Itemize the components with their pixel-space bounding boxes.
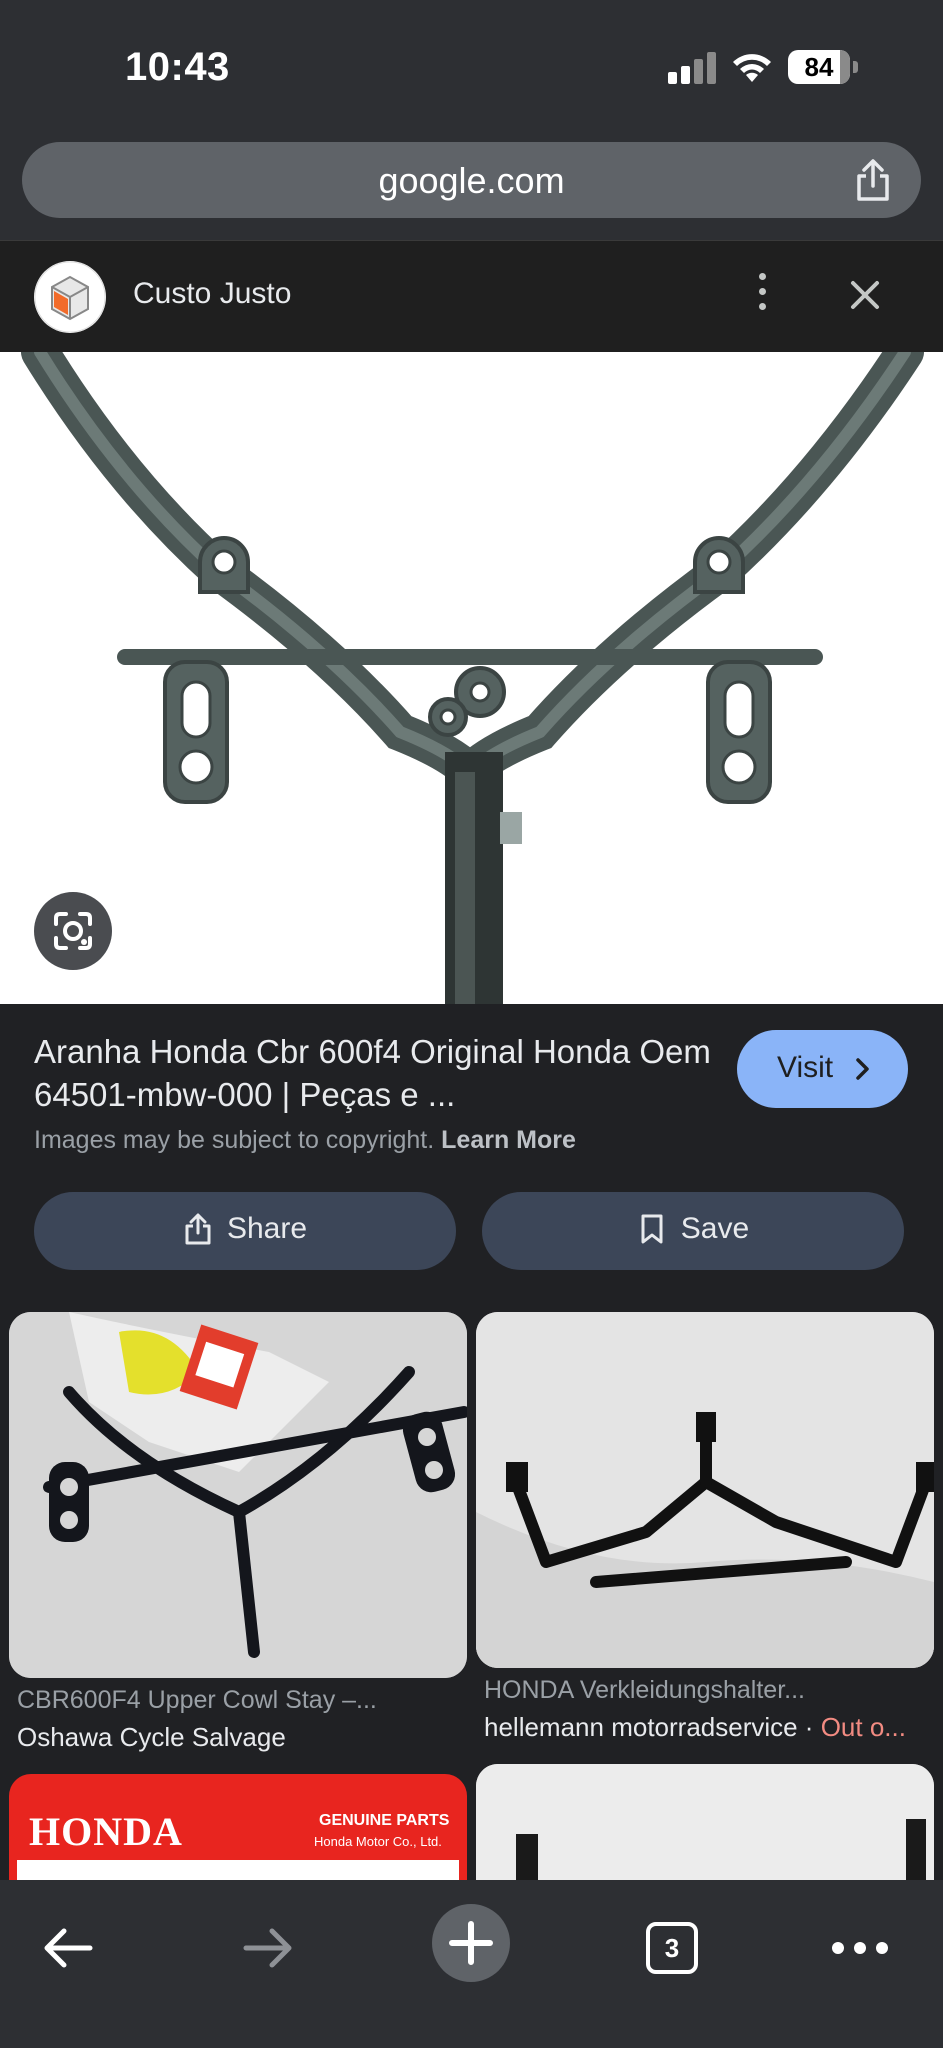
visit-button[interactable]: Visit bbox=[737, 1030, 908, 1108]
copyright-text: Images may be subject to copyright. bbox=[34, 1126, 435, 1154]
back-arrow-icon[interactable] bbox=[28, 1910, 108, 1986]
forward-arrow-icon[interactable] bbox=[228, 1910, 308, 1986]
tab-switcher-button[interactable]: 3 bbox=[632, 1910, 712, 1986]
close-icon[interactable] bbox=[845, 274, 885, 314]
url-bar[interactable]: google.com bbox=[22, 142, 921, 218]
save-label: Save bbox=[680, 1212, 750, 1245]
more-menu-icon[interactable] bbox=[820, 1910, 900, 1986]
plus-icon bbox=[449, 1921, 493, 1965]
related-result-source: Oshawa Cycle Salvage bbox=[17, 1722, 286, 1752]
badge-line-1: GENUINE PARTS bbox=[319, 1812, 450, 1829]
result-title[interactable]: Aranha Honda Cbr 600f4 Original Honda Oe… bbox=[34, 1030, 714, 1116]
related-result-thumbnail[interactable] bbox=[476, 1764, 934, 1880]
related-result-card[interactable]: HONDA Verkleidungshalter... hellemann mo… bbox=[476, 1312, 934, 1752]
badge-line-2: Honda Motor Co., Ltd. bbox=[314, 1834, 442, 1849]
battery-level: 84 bbox=[804, 52, 834, 82]
related-result-thumbnail[interactable] bbox=[476, 1312, 934, 1668]
related-result-title: CBR600F4 Upper Cowl Stay –... bbox=[17, 1686, 377, 1714]
share-button[interactable]: Share bbox=[34, 1192, 456, 1270]
battery-icon: 84 bbox=[788, 50, 858, 84]
google-lens-button[interactable] bbox=[34, 892, 112, 970]
main-result-image[interactable] bbox=[0, 352, 943, 1004]
clock: 10:43 bbox=[125, 45, 230, 89]
related-result-source-name: hellemann motorradservice · bbox=[484, 1712, 814, 1742]
related-result-thumbnail[interactable] bbox=[9, 1312, 467, 1678]
related-result-source: hellemann motorradservice · Out o... bbox=[484, 1712, 934, 1743]
site-logo bbox=[34, 261, 106, 333]
site-name: Custo Justo bbox=[133, 277, 292, 310]
bottom-navigation: 3 bbox=[0, 1880, 943, 2048]
lens-icon bbox=[54, 912, 92, 950]
browser-chrome: 10:43 84 google.com bbox=[0, 0, 943, 240]
related-result-title: HONDA Verkleidungshalter... bbox=[484, 1676, 805, 1704]
chevron-right-icon bbox=[856, 1058, 869, 1080]
visit-label: Visit bbox=[777, 1051, 834, 1084]
tab-count: 3 bbox=[646, 1922, 698, 1974]
share-label: Share bbox=[226, 1212, 308, 1245]
status-bar: 10:43 84 bbox=[0, 0, 943, 130]
more-options-icon[interactable] bbox=[742, 265, 782, 329]
related-result-card[interactable] bbox=[476, 1764, 934, 1880]
brand-logo: HONDA bbox=[29, 1809, 183, 1854]
copyright-notice: Images may be subject to copyright. Lear… bbox=[34, 1126, 576, 1155]
cellular-signal-icon bbox=[668, 52, 716, 84]
share-icon bbox=[185, 1213, 211, 1245]
save-button[interactable]: Save bbox=[482, 1192, 904, 1270]
related-result-card[interactable]: HONDA GENUINE PARTS Honda Motor Co., Ltd… bbox=[9, 1774, 467, 1880]
new-tab-button[interactable] bbox=[432, 1904, 510, 1982]
stock-status: Out o... bbox=[820, 1712, 906, 1742]
result-panel-header: Custo Justo bbox=[0, 240, 943, 352]
related-result-thumbnail[interactable]: HONDA GENUINE PARTS Honda Motor Co., Ltd… bbox=[9, 1774, 467, 1880]
url-text: google.com bbox=[378, 160, 565, 201]
related-result-card[interactable]: CBR600F4 Upper Cowl Stay –... Oshawa Cyc… bbox=[9, 1312, 467, 1752]
result-info: Aranha Honda Cbr 600f4 Original Honda Oe… bbox=[0, 1004, 943, 1304]
bookmark-icon bbox=[641, 1214, 663, 1244]
wifi-icon bbox=[733, 54, 771, 82]
share-icon[interactable] bbox=[853, 158, 893, 202]
learn-more-link[interactable]: Learn More bbox=[441, 1126, 576, 1154]
